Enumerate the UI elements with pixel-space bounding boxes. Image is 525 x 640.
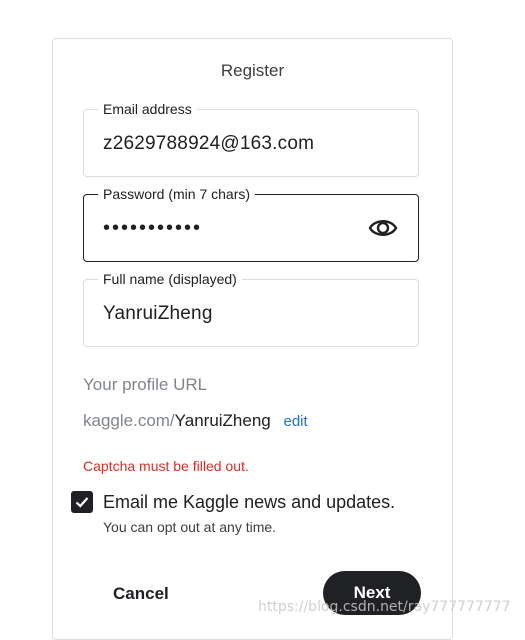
- full-name-value[interactable]: YanruiZheng: [103, 301, 213, 327]
- password-label: Password (min 7 chars): [98, 185, 256, 203]
- newsletter-sublabel: You can opt out at any time.: [103, 519, 277, 535]
- newsletter-checkbox[interactable]: [71, 491, 93, 513]
- password-field[interactable]: Password (min 7 chars) •••••••••••: [83, 185, 419, 262]
- watermark: https://blog.csdn.net/ray777777777: [258, 599, 511, 615]
- profile-url-handle: YanruiZheng: [174, 411, 271, 430]
- profile-url: kaggle.com/YanruiZheng edit: [83, 411, 308, 431]
- checkmark-icon: [75, 497, 89, 508]
- eye-icon[interactable]: [368, 215, 398, 241]
- edit-profile-url-link[interactable]: edit: [284, 413, 308, 430]
- full-name-field[interactable]: Full name (displayed) YanruiZheng: [83, 270, 419, 347]
- email-field[interactable]: Email address z2629788924@163.com: [83, 100, 419, 177]
- password-value[interactable]: •••••••••••: [103, 215, 202, 241]
- profile-url-prefix: kaggle.com/: [83, 411, 175, 430]
- email-value[interactable]: z2629788924@163.com: [103, 131, 314, 157]
- captcha-error: Captcha must be filled out.: [83, 458, 249, 474]
- full-name-label: Full name (displayed): [98, 270, 242, 288]
- page-title: Register: [220, 61, 285, 80]
- newsletter-label[interactable]: Email me Kaggle news and updates.: [103, 492, 395, 513]
- cancel-button[interactable]: Cancel: [113, 584, 169, 604]
- profile-url-label: Your profile URL: [83, 375, 208, 394]
- email-label: Email address: [98, 100, 197, 118]
- register-card: Register Email address z2629788924@163.c…: [52, 38, 453, 640]
